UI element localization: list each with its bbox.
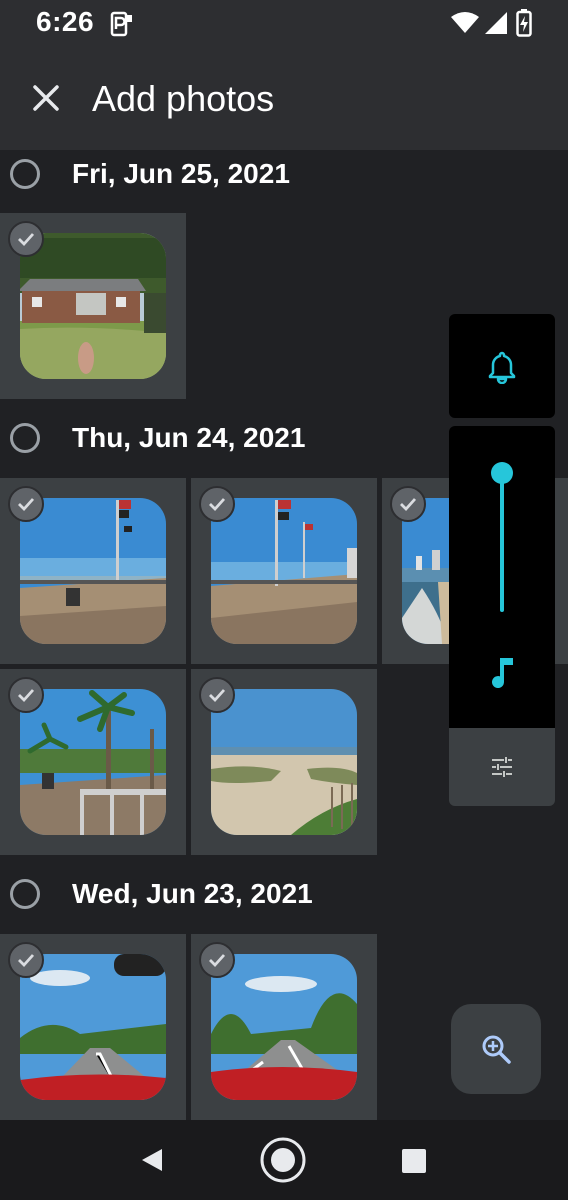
photo-tile[interactable] (0, 213, 186, 399)
check-icon (199, 942, 235, 978)
date-label: Wed, Jun 23, 2021 (72, 878, 313, 909)
highway-drive-photo-1 (20, 954, 166, 1100)
volume-slider-track[interactable] (500, 472, 504, 612)
boardwalk-flags-photo-2 (211, 498, 357, 644)
volume-slider-thumb[interactable] (491, 462, 513, 484)
close-icon (33, 85, 59, 111)
beach-path-photo (211, 689, 357, 835)
check-icon (8, 221, 44, 257)
date-header[interactable]: Fri, Jun 25, 2021 (0, 148, 568, 204)
wifi-icon (451, 12, 479, 39)
date-label: Thu, Jun 24, 2021 (72, 422, 306, 453)
photo-tile[interactable] (0, 934, 186, 1120)
battery-charging-icon (516, 9, 532, 42)
cell-signal-icon (484, 11, 508, 40)
check-icon (390, 486, 426, 522)
house-yard-photo (20, 233, 166, 379)
date-header[interactable]: Wed, Jun 23, 2021 (0, 868, 568, 924)
music-note-icon[interactable] (487, 656, 517, 690)
home-icon[interactable] (259, 1136, 307, 1184)
check-icon (8, 942, 44, 978)
select-date-radio[interactable] (10, 159, 40, 189)
photo-tile[interactable] (191, 934, 377, 1120)
select-date-radio[interactable] (10, 423, 40, 453)
boardwalk-palms-photo (20, 689, 166, 835)
zoom-button[interactable] (451, 1004, 541, 1094)
status-time: 6:26 (36, 6, 95, 37)
check-icon (8, 677, 44, 713)
check-icon (199, 486, 235, 522)
boardwalk-flags-photo-1 (20, 498, 166, 644)
photo-tile[interactable] (191, 478, 377, 664)
photo-tile[interactable] (0, 669, 186, 855)
sliders-icon (492, 757, 512, 777)
page-title: Add photos (92, 78, 275, 119)
highway-drive-photo-2 (211, 954, 357, 1100)
back-icon[interactable] (138, 1146, 166, 1174)
check-icon (199, 677, 235, 713)
recents-icon[interactable] (401, 1148, 427, 1174)
close-button[interactable] (24, 76, 68, 120)
zoom-in-icon (482, 1035, 511, 1064)
date-label: Fri, Jun 25, 2021 (72, 158, 290, 189)
bell-icon (488, 351, 516, 384)
photo-tile[interactable] (191, 669, 377, 855)
volume-settings-button[interactable] (449, 728, 555, 806)
ringer-button[interactable] (449, 314, 555, 418)
status-bar: 6:26 (0, 0, 568, 48)
photo-tile[interactable] (0, 478, 186, 664)
check-icon (8, 486, 44, 522)
app-bar: Add photos (0, 48, 568, 150)
media-volume-panel (449, 426, 555, 728)
navigation-bar (0, 1120, 568, 1200)
parking-notification-icon (110, 11, 134, 42)
select-date-radio[interactable] (10, 879, 40, 909)
